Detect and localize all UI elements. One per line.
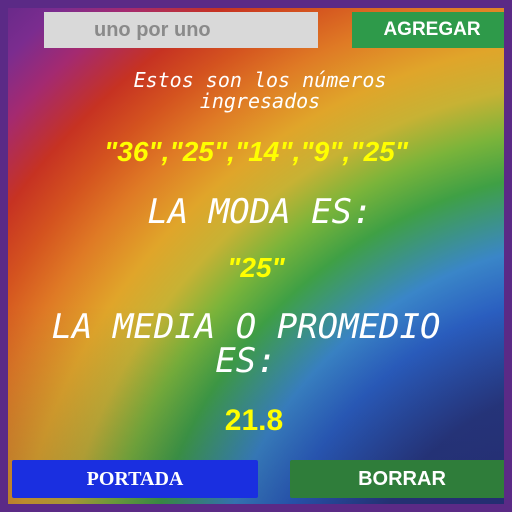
entered-numbers: "36","25","14","9","25" (103, 136, 409, 167)
add-button[interactable]: AGREGAR (352, 12, 504, 48)
cover-button[interactable]: PORTADA (12, 460, 258, 498)
intro-text: Estos son los números ingresados (133, 68, 387, 113)
clear-button[interactable]: BORRAR (290, 460, 504, 498)
mean-value: 21.8 (224, 404, 284, 437)
mode-label: LA MODA ES: (147, 192, 373, 232)
mode-value: "25" (227, 252, 285, 283)
number-input[interactable] (44, 12, 318, 48)
app-screen: AGREGAR Estos son los números ingresados… (0, 0, 512, 512)
mean-label: LA MEDIA O PROMEDIO ES: (51, 307, 441, 381)
